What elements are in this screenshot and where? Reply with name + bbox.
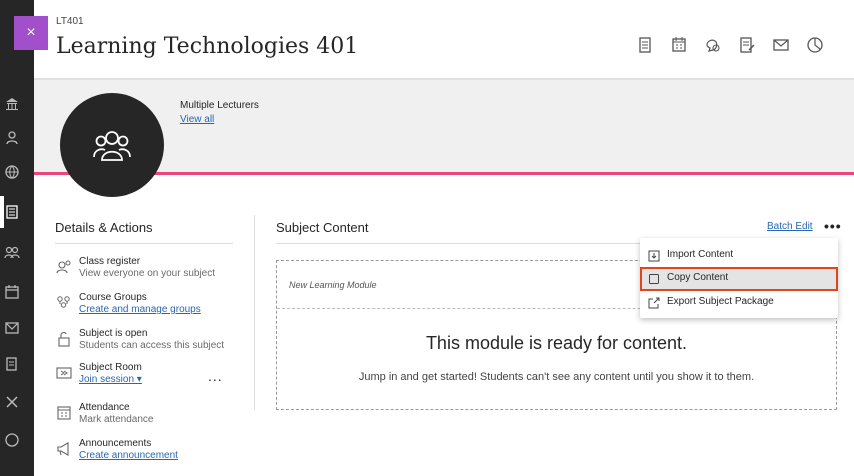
class-register-action[interactable]: Class register View everyone on your sub… [55, 256, 235, 286]
subject-content-heading: Subject Content [276, 220, 369, 235]
messages-icon[interactable] [4, 320, 20, 336]
empty-module-message: Jump in and get started! Students can't … [358, 371, 755, 383]
signout-icon[interactable] [4, 432, 20, 448]
more-options-menu: Import Content Copy Content Export Subje… [640, 238, 838, 318]
subject-open-subtitle: Students can access this subject [79, 340, 225, 351]
messages-tab-icon[interactable] [770, 36, 792, 58]
profile-icon[interactable] [4, 130, 20, 146]
content-tab-icon[interactable] [626, 36, 664, 85]
lecturers-avatar [60, 93, 164, 197]
banner-accent-line [34, 172, 854, 175]
group-icon [93, 131, 131, 161]
tools-icon[interactable] [4, 394, 20, 410]
attendance-subtitle: Mark attendance [79, 414, 154, 425]
calendar-icon[interactable] [4, 284, 20, 300]
course-title: Learning Technologies 401 [56, 34, 359, 59]
menu-item-export-package[interactable]: Export Subject Package [640, 291, 838, 315]
announcements-action: Announcements Create announcement [55, 438, 235, 468]
course-tabs [626, 36, 826, 85]
empty-module-heading: This module is ready for content. [425, 333, 688, 353]
institution-icon[interactable] [4, 96, 20, 112]
lecturers-label: Multiple Lecturers [180, 100, 259, 111]
gradebook-tab-icon[interactable] [736, 36, 758, 58]
copy-icon [648, 272, 660, 284]
attendance-title: Attendance [79, 402, 130, 413]
import-content-label: Import Content [667, 249, 734, 260]
analytics-tab-icon[interactable] [804, 36, 826, 58]
more-options-button[interactable]: ••• [824, 218, 842, 234]
import-icon [648, 249, 660, 262]
subject-open-title: Subject is open [79, 328, 148, 339]
export-icon [648, 296, 660, 309]
details-actions-heading: Details & Actions [55, 220, 153, 235]
course-groups-action: Course Groups Create and manage groups [55, 292, 235, 322]
copy-content-label: Copy Content [667, 272, 729, 283]
details-divider [55, 243, 233, 244]
join-session-link[interactable]: Join session ▾ [79, 374, 142, 385]
subject-room-title: Subject Room [79, 362, 142, 373]
create-announcement-link[interactable]: Create announcement [79, 450, 178, 461]
left-navigation [0, 0, 34, 476]
course-code: LT401 [56, 16, 84, 27]
unlock-icon [55, 330, 73, 348]
class-register-title: Class register [79, 256, 141, 267]
batch-edit-link[interactable]: Batch Edit [767, 221, 813, 232]
subject-open-action[interactable]: Subject is open Students can access this… [55, 328, 235, 358]
course-header: LT401 Learning Technologies 401 [34, 0, 854, 85]
attendance-action[interactable]: Attendance Mark attendance [55, 402, 235, 432]
grades-icon[interactable] [4, 356, 20, 372]
video-room-icon [55, 364, 73, 382]
discussions-tab-icon[interactable] [702, 36, 724, 58]
groups-icon[interactable] [4, 244, 20, 260]
course-groups-icon [55, 294, 73, 312]
menu-item-import-content[interactable]: Import Content [640, 244, 838, 268]
class-register-subtitle: View everyone on your subject [79, 268, 216, 279]
view-all-link[interactable]: View all [180, 114, 214, 125]
calendar-tab-icon[interactable] [668, 36, 690, 58]
module-name: New Learning Module [289, 280, 377, 290]
course-groups-title: Course Groups [79, 292, 147, 303]
announcements-title: Announcements [79, 438, 152, 449]
menu-item-copy-content[interactable]: Copy Content [640, 267, 838, 291]
page: LT401 Learning Technologies 401 × Multip… [0, 0, 854, 476]
globe-icon[interactable] [4, 164, 20, 180]
subject-room-more-button[interactable]: ... [208, 368, 223, 384]
courses-icon[interactable] [4, 204, 20, 220]
create-manage-groups-link[interactable]: Create and manage groups [79, 304, 201, 315]
export-package-label: Export Subject Package [667, 296, 774, 307]
column-divider [254, 215, 255, 410]
close-button[interactable]: × [14, 16, 48, 50]
megaphone-icon [55, 440, 73, 458]
class-register-icon [55, 258, 73, 276]
attendance-icon [55, 404, 73, 422]
